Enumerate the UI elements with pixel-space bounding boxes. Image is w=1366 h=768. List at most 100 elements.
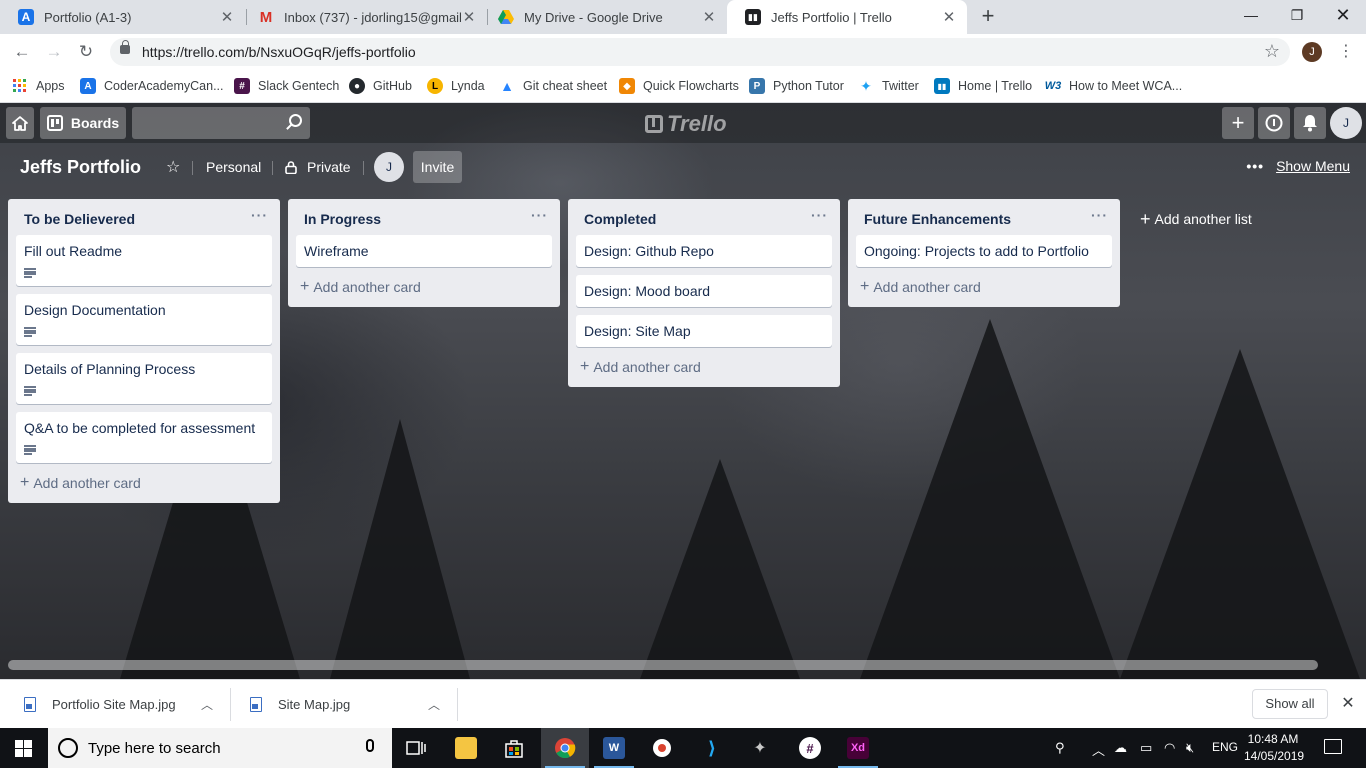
- invite-button[interactable]: Invite: [413, 151, 462, 183]
- team-button[interactable]: Personal: [206, 155, 261, 179]
- browser-tab-trello[interactable]: ▮▮ Jeffs Portfolio | Trello ✕: [727, 0, 967, 34]
- close-tab-icon[interactable]: ✕: [941, 8, 957, 26]
- notifications-icon[interactable]: [1324, 739, 1342, 754]
- create-button[interactable]: +: [1222, 107, 1254, 139]
- add-card-button[interactable]: + Add another card: [16, 471, 272, 495]
- minimize-window-button[interactable]: —: [1228, 0, 1274, 30]
- download-item[interactable]: Site Map.jpg: [250, 680, 350, 729]
- forward-arrow-icon[interactable]: →: [42, 40, 66, 64]
- taskbar-search-input[interactable]: Type here to search: [48, 728, 392, 768]
- boards-button[interactable]: Boards: [40, 107, 126, 139]
- star-board-icon[interactable]: ☆: [166, 155, 180, 179]
- bookmark-coderacademy[interactable]: A CoderAcademyCan...: [80, 76, 224, 96]
- list-title[interactable]: Future Enhancements: [864, 211, 1011, 227]
- chevron-up-icon[interactable]: ︿: [1092, 740, 1105, 759]
- show-all-downloads-button[interactable]: Show all: [1252, 689, 1328, 719]
- bookmark-star-icon[interactable]: ☆: [1264, 41, 1280, 62]
- search-icon[interactable]: [289, 114, 302, 127]
- bookmark-lynda[interactable]: L Lynda: [427, 76, 485, 96]
- list-title[interactable]: Completed: [584, 211, 656, 227]
- info-button[interactable]: [1258, 107, 1290, 139]
- bookmark-python-tutor[interactable]: P Python Tutor: [749, 76, 844, 96]
- card[interactable]: Fill out Readme: [16, 235, 272, 286]
- back-arrow-icon[interactable]: ←: [10, 40, 34, 64]
- close-window-button[interactable]: ✕: [1320, 0, 1366, 30]
- card[interactable]: Design Documentation: [16, 294, 272, 345]
- address-bar[interactable]: https://trello.com/b/NsxuOGqR/jeffs-port…: [110, 38, 1290, 66]
- list-title[interactable]: To be Delievered: [24, 211, 135, 227]
- card[interactable]: Design: Mood board: [576, 275, 832, 307]
- taskbar-app[interactable]: ✦: [736, 728, 784, 768]
- bookmark-quick-flowcharts[interactable]: ◆ Quick Flowcharts: [619, 76, 739, 96]
- close-download-bar-icon[interactable]: ✕: [1340, 693, 1356, 713]
- people-icon[interactable]: ⚲: [1055, 740, 1065, 756]
- windows-start-icon[interactable]: [15, 740, 32, 757]
- bookmark-git-cheat-sheet[interactable]: ▲ Git cheat sheet: [499, 76, 607, 96]
- board-title[interactable]: Jeffs Portfolio: [20, 157, 141, 178]
- list-title[interactable]: In Progress: [304, 211, 381, 227]
- language-indicator[interactable]: ENG: [1212, 740, 1238, 754]
- bookmark-slack[interactable]: # Slack Gentech: [234, 76, 339, 96]
- taskbar-slack[interactable]: #: [786, 728, 834, 768]
- browser-profile-avatar[interactable]: J: [1302, 42, 1322, 62]
- bookmark-label: Home | Trello: [958, 79, 1033, 93]
- trello-search-input[interactable]: [132, 107, 310, 139]
- download-item[interactable]: Portfolio Site Map.jpg: [24, 680, 176, 729]
- coderacademy-icon: A: [80, 78, 96, 94]
- add-card-button[interactable]: + Add another card: [856, 275, 1112, 299]
- list-menu-icon[interactable]: ···: [251, 207, 268, 223]
- chevron-up-icon[interactable]: ︿: [199, 696, 215, 712]
- close-tab-icon[interactable]: ✕: [219, 8, 235, 26]
- taskbar-app[interactable]: [638, 728, 686, 768]
- wifi-icon[interactable]: ◠: [1164, 740, 1175, 756]
- taskbar-vscode[interactable]: ⟩: [688, 728, 736, 768]
- bookmark-github[interactable]: ● GitHub: [349, 76, 412, 96]
- browser-tab-gmail[interactable]: M Inbox (737) - jdorling15@gmail.c ✕: [240, 0, 487, 34]
- card[interactable]: Ongoing: Projects to add to Portfolio: [856, 235, 1112, 267]
- windows-taskbar: Type here to search W ⟩ ✦ # Xd ⚲ ︿ ☁ ▭ ◠…: [0, 728, 1366, 768]
- show-menu-button[interactable]: ••• Show Menu: [1246, 158, 1350, 174]
- visibility-button[interactable]: Private: [285, 155, 351, 179]
- browser-tab-portfolio[interactable]: A Portfolio (A1-3) ✕: [0, 0, 245, 34]
- browser-tab-google-drive[interactable]: My Drive - Google Drive ✕: [480, 0, 727, 34]
- taskbar-adobe-xd[interactable]: Xd: [834, 728, 882, 768]
- home-button[interactable]: [6, 107, 34, 139]
- onedrive-icon[interactable]: ☁: [1114, 740, 1127, 756]
- taskbar-chrome[interactable]: [541, 728, 589, 768]
- bookmark-wcag[interactable]: W3 How to Meet WCA...: [1045, 76, 1182, 96]
- bookmark-twitter[interactable]: ✦ Twitter: [858, 76, 919, 96]
- battery-icon[interactable]: ▭: [1140, 740, 1152, 756]
- trello-logo[interactable]: Trello: [645, 111, 727, 137]
- clock[interactable]: 10:48 AM 14/05/2019: [1244, 731, 1304, 765]
- user-avatar[interactable]: J: [1330, 107, 1362, 139]
- list-menu-icon[interactable]: ···: [1091, 207, 1108, 223]
- microphone-icon[interactable]: [366, 739, 374, 752]
- task-view-button[interactable]: [392, 728, 440, 768]
- close-tab-icon[interactable]: ✕: [701, 8, 717, 26]
- taskbar-file-explorer[interactable]: [442, 728, 490, 768]
- board-horizontal-scrollbar[interactable]: [8, 660, 1318, 670]
- browser-menu-icon[interactable]: ⋮: [1338, 42, 1354, 62]
- card[interactable]: Wireframe: [296, 235, 552, 267]
- list-menu-icon[interactable]: ···: [531, 207, 548, 223]
- taskbar-word[interactable]: W: [590, 728, 638, 768]
- card[interactable]: Q&A to be completed for assessment: [16, 412, 272, 463]
- bookmark-apps[interactable]: Apps: [12, 76, 65, 96]
- reload-icon[interactable]: ↻: [74, 40, 98, 64]
- taskbar-microsoft-store[interactable]: [490, 728, 538, 768]
- list-menu-icon[interactable]: ···: [811, 207, 828, 223]
- close-tab-icon[interactable]: ✕: [461, 8, 477, 26]
- add-card-button[interactable]: + Add another card: [296, 275, 552, 299]
- board-member-avatar[interactable]: J: [374, 152, 404, 182]
- restore-window-button[interactable]: ❐: [1274, 0, 1320, 30]
- volume-muted-icon[interactable]: 🔇︎: [1186, 740, 1194, 756]
- notifications-button[interactable]: [1294, 107, 1326, 139]
- bookmark-home-trello[interactable]: ▮▮ Home | Trello: [934, 76, 1032, 96]
- new-tab-button[interactable]: +: [976, 5, 1000, 29]
- card[interactable]: Design: Github Repo: [576, 235, 832, 267]
- card[interactable]: Details of Planning Process: [16, 353, 272, 404]
- card[interactable]: Design: Site Map: [576, 315, 832, 347]
- chevron-up-icon[interactable]: ︿: [426, 696, 442, 712]
- add-list-button[interactable]: + Add another list: [1140, 203, 1252, 235]
- add-card-button[interactable]: + Add another card: [576, 355, 832, 379]
